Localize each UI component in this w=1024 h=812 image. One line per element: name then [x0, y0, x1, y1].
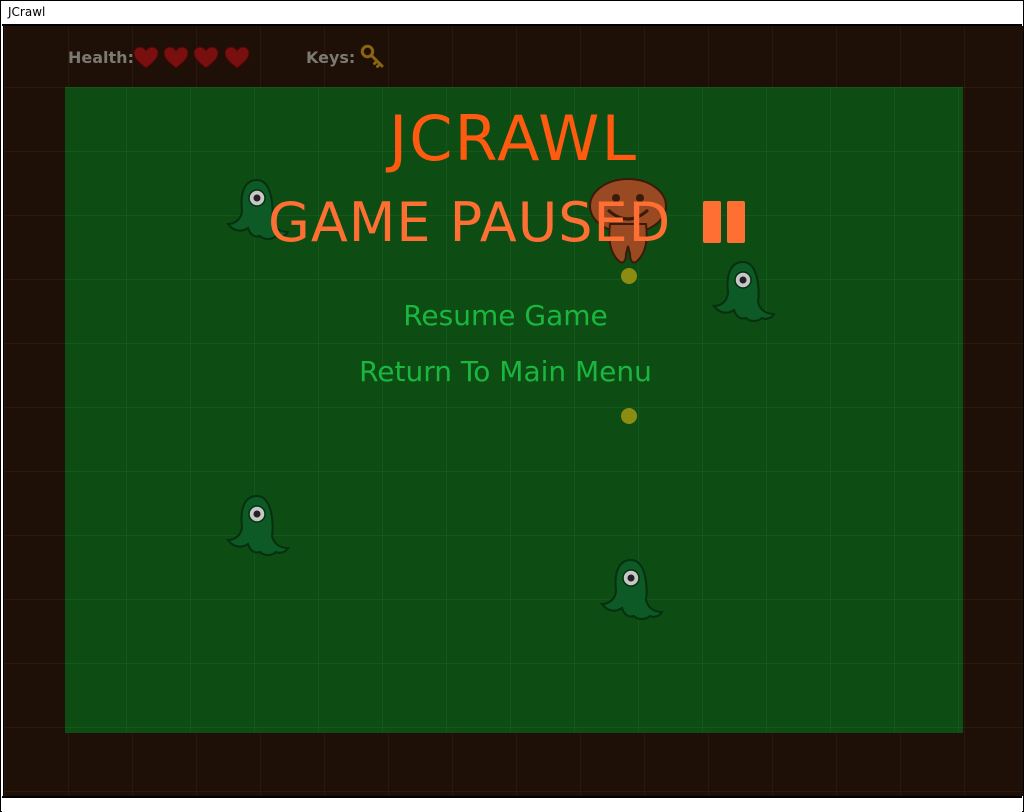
heart-icon — [193, 46, 219, 69]
monster-sprite — [599, 558, 664, 620]
resume-game-button[interactable]: Resume Game — [4, 299, 1007, 332]
hud-bar: Health: Keys: — [4, 26, 1023, 86]
dungeon-floor — [65, 87, 963, 733]
key-icon — [360, 44, 384, 68]
app-window: JCrawl Health: Keys: JCRAWL GAME PAUSED … — [0, 0, 1024, 812]
heart-icon — [224, 46, 250, 69]
heart-icon — [133, 46, 159, 69]
return-to-main-menu-button[interactable]: Return To Main Menu — [4, 355, 1007, 388]
window-bottom-border — [2, 796, 1022, 812]
pause-icon — [703, 201, 747, 243]
keys-label: Keys: — [306, 48, 356, 67]
monster-sprite — [225, 494, 290, 556]
game-canvas[interactable]: Health: Keys: JCRAWL GAME PAUSED Resume … — [3, 26, 1024, 796]
pause-banner: GAME PAUSED — [268, 190, 747, 254]
window-titlebar[interactable]: JCrawl — [2, 2, 1022, 26]
health-label: Health: — [68, 48, 134, 67]
game-paused-label: GAME PAUSED — [268, 190, 672, 254]
heart-icon — [163, 46, 189, 69]
coin-pickup — [621, 268, 637, 284]
game-title: JCRAWL — [388, 102, 638, 175]
floor-tiles — [65, 87, 963, 733]
coin-pickup — [621, 408, 637, 424]
window-title: JCrawl — [8, 5, 46, 19]
